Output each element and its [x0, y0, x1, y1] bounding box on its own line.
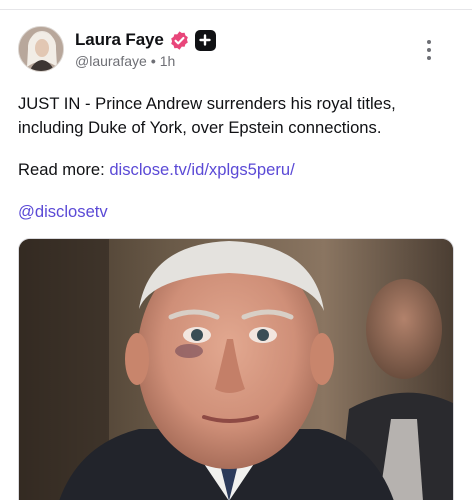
menu-dot — [427, 56, 431, 60]
verified-badge-icon — [170, 30, 188, 50]
post-header: Laura Faye @laurafaye • 1h — [18, 26, 454, 74]
author-meta-row: @laurafaye • 1h — [75, 53, 175, 69]
article-link[interactable]: disclose.tv/id/xplgs5peru/ — [109, 160, 294, 179]
menu-dot — [427, 40, 431, 44]
author-handle[interactable]: @laurafaye — [75, 53, 147, 69]
avatar-image — [19, 27, 63, 71]
menu-dot — [427, 48, 431, 52]
more-vertical-icon[interactable] — [422, 40, 436, 60]
plus-badge-icon — [194, 29, 216, 51]
author-name-row: Laura Faye — [75, 29, 216, 51]
post-headline: JUST IN - Prince Andrew surrenders his r… — [18, 94, 396, 137]
post-body: JUST IN - Prince Andrew surrenders his r… — [18, 92, 458, 224]
post-timestamp: 1h — [159, 53, 176, 69]
post-media-image[interactable] — [18, 238, 454, 500]
read-more-label: Read more: — [18, 160, 105, 179]
avatar[interactable] — [18, 26, 64, 72]
author-display-name[interactable]: Laura Faye — [75, 30, 164, 50]
portrait-photo — [19, 239, 453, 500]
mention-link[interactable]: @disclosetv — [18, 202, 108, 221]
read-more-line: Read more: disclose.tv/id/xplgs5peru/ — [18, 158, 458, 182]
meta-separator: • — [150, 53, 156, 69]
top-divider — [0, 9, 472, 10]
